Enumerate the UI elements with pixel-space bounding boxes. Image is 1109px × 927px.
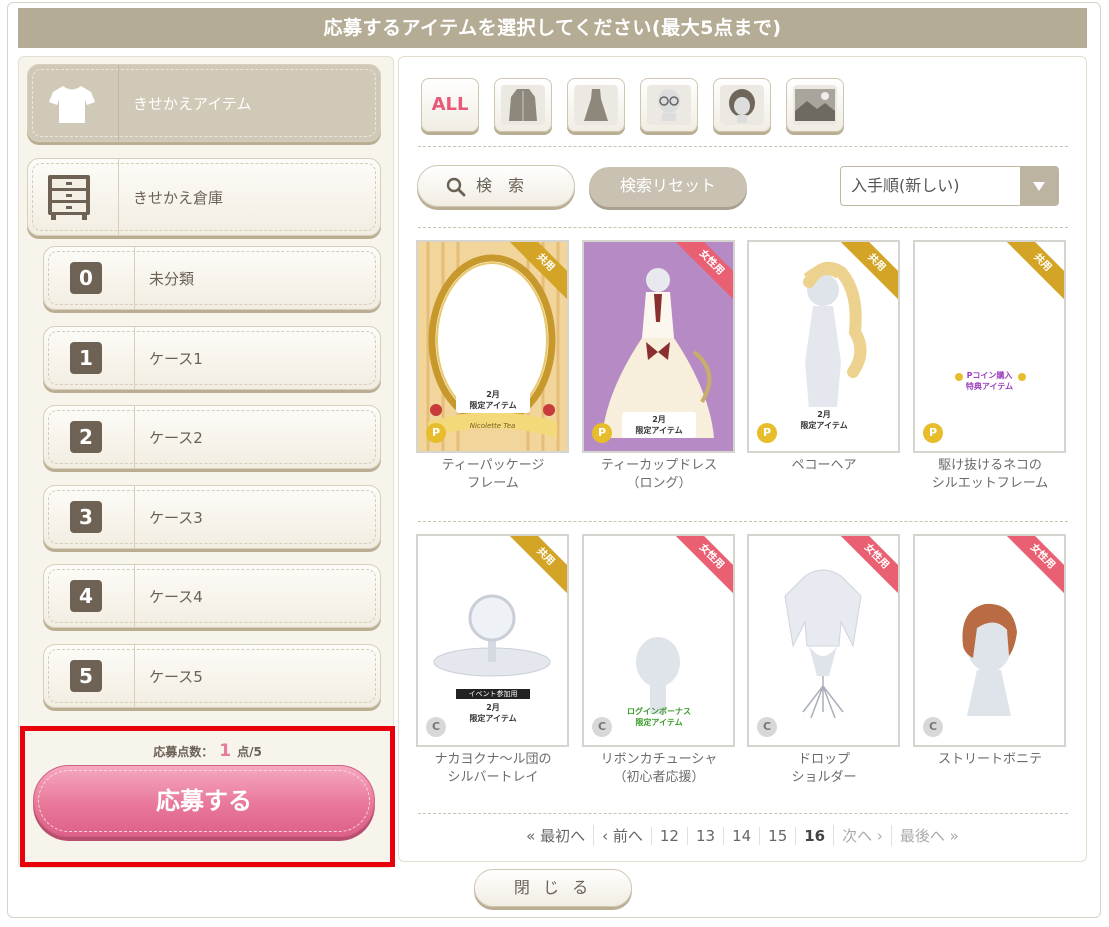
c-coin-icon: C (426, 717, 446, 737)
p-coin-icon: P (426, 423, 446, 443)
item-card-3[interactable]: 2月 限定アイテム 共用 P (747, 240, 900, 453)
case-label: ケース5 (149, 667, 203, 686)
item-card-2[interactable]: 2月 限定アイテム 女性用 P (582, 240, 735, 453)
filter-coat-button[interactable] (494, 78, 552, 132)
sidebar-item-label: きせかえアイテム (133, 94, 252, 113)
hair-icon (720, 85, 764, 125)
filter-face-accessory-button[interactable] (640, 78, 698, 132)
sidebar-case-0[interactable]: 0 未分類 (43, 246, 381, 310)
pagination: « 最初へ ‹ 前へ 12 13 14 15 16 次へ › 最後へ » (398, 825, 1087, 846)
divider (418, 521, 1068, 522)
filter-dress-button[interactable] (567, 78, 625, 132)
event-use-sticker: イベント参加用 (456, 689, 530, 699)
login-bonus-sticker: ログインボーナス 限定アイテム (627, 707, 691, 727)
all-icon: ALL (431, 94, 469, 115)
case-number-badge: 1 (70, 342, 102, 374)
item-name: ティーカップドレス （ロング） (600, 458, 718, 491)
c-coin-icon: C (592, 717, 612, 737)
page-link-12[interactable]: 12 (650, 827, 687, 845)
divider (418, 813, 1068, 814)
case-label: ケース3 (149, 508, 203, 527)
item-name: ストリートボニテ (937, 752, 1042, 767)
coin-decoration (1018, 373, 1026, 381)
item-card-4[interactable]: Pコイン購入 特典アイテム 共用 P (913, 240, 1066, 453)
case-number-badge: 2 (70, 421, 102, 453)
apply-count-value: 1 (219, 741, 232, 761)
tshirt-icon (48, 83, 96, 125)
item-name: ペコーヘア (791, 458, 857, 473)
divider (418, 146, 1068, 147)
sidebar-item-kisekae-storage[interactable]: きせかえ倉庫 (27, 158, 381, 236)
p-coin-icon: P (757, 423, 777, 443)
case-number-badge: 3 (70, 501, 102, 533)
sort-select-value: 入手順(新しい) (851, 176, 960, 195)
item-name: ドロップ ショルダー (791, 752, 857, 785)
sidebar-item-label: きせかえ倉庫 (133, 188, 224, 207)
sidebar-case-1[interactable]: 1 ケース1 (43, 326, 381, 390)
item-card-1[interactable]: Nicolette Tea 2月 限定アイテム 共用 P (416, 240, 569, 453)
filter-hair-button[interactable] (713, 78, 771, 132)
item-card-6[interactable]: ログインボーナス 限定アイテム 女性用 C (582, 534, 735, 747)
limited-sticker: 2月 限定アイテム (456, 387, 530, 413)
page-next-link: 次へ › (833, 825, 891, 846)
limited-sticker: 2月 限定アイテム (622, 412, 696, 438)
background-icon (793, 85, 837, 125)
chevron-down-icon (1020, 167, 1058, 205)
apply-section-highlight: 応募点数： 1 点/5 応募する (20, 726, 395, 867)
sidebar-item-kisekae-item[interactable]: きせかえアイテム (27, 64, 381, 142)
item-name: リボンカチューシャ （初心者応援） (600, 752, 718, 785)
page-current: 16 (795, 827, 833, 845)
search-button[interactable]: 検 索 (417, 165, 575, 207)
p-coin-icon: P (592, 423, 612, 443)
sidebar-case-2[interactable]: 2 ケース2 (43, 405, 381, 469)
c-coin-icon: C (923, 717, 943, 737)
sidebar-case-3[interactable]: 3 ケース3 (43, 485, 381, 549)
dress-icon (574, 85, 618, 125)
page-last-link: 最後へ » (890, 825, 967, 846)
p-coin-icon: P (923, 423, 943, 443)
page-first-link[interactable]: « 最初へ (518, 825, 593, 846)
coin-decoration (955, 373, 963, 381)
item-name: 駆け抜けるネコの シルエットフレーム (931, 458, 1049, 491)
dresser-icon (46, 173, 92, 221)
coat-icon (501, 85, 545, 125)
case-label: ケース4 (149, 587, 203, 606)
sort-select[interactable]: 入手順(新しい) (840, 166, 1059, 206)
search-reset-button[interactable]: 検索リセット (589, 167, 747, 207)
search-button-label: 検 索 (476, 176, 525, 195)
apply-count-suffix: 点/5 (237, 745, 262, 759)
item-name: ティーパッケージ フレーム (441, 458, 545, 491)
pcoin-bonus-sticker: Pコイン購入 特典アイテム (965, 371, 1014, 391)
limited-sticker: 2月 限定アイテム (787, 407, 861, 433)
case-number-badge: 0 (70, 262, 102, 294)
case-label: ケース1 (149, 349, 203, 368)
case-label: 未分類 (149, 269, 195, 288)
filter-all-button[interactable]: ALL (421, 78, 479, 132)
page-prev-link[interactable]: ‹ 前へ (593, 825, 651, 846)
case-number-badge: 5 (70, 660, 102, 692)
apply-count-label: 応募点数： (153, 745, 214, 759)
c-coin-icon: C (757, 717, 777, 737)
shared-badge: 共用 (999, 242, 1064, 306)
apply-count: 応募点数： 1 点/5 (25, 741, 390, 761)
page-link-13[interactable]: 13 (686, 827, 723, 845)
item-name: ナカヨクナ〜ル団の シルバートレイ (434, 752, 552, 785)
sidebar-case-4[interactable]: 4 ケース4 (43, 564, 381, 628)
search-icon (446, 177, 466, 197)
dialog-title: 応募するアイテムを選択してください(最大5点まで) (18, 8, 1087, 48)
close-button[interactable]: 閉 じ る (474, 869, 632, 907)
sidebar-case-5[interactable]: 5 ケース5 (43, 644, 381, 708)
item-card-5[interactable]: イベント参加用 2月 限定アイテム 共用 C (416, 534, 569, 747)
item-card-7[interactable]: 女性用 C (747, 534, 900, 747)
divider (418, 227, 1068, 228)
item-card-8[interactable]: 女性用 C (913, 534, 1066, 747)
face-accessory-icon (647, 85, 691, 125)
case-label: ケース2 (149, 428, 203, 447)
page-link-14[interactable]: 14 (723, 827, 759, 845)
page-link-15[interactable]: 15 (759, 827, 795, 845)
case-number-badge: 4 (70, 580, 102, 612)
apply-button[interactable]: 応募する (33, 765, 375, 837)
filter-background-button[interactable] (786, 78, 844, 132)
limited-sticker: 2月 限定アイテム (456, 700, 530, 726)
